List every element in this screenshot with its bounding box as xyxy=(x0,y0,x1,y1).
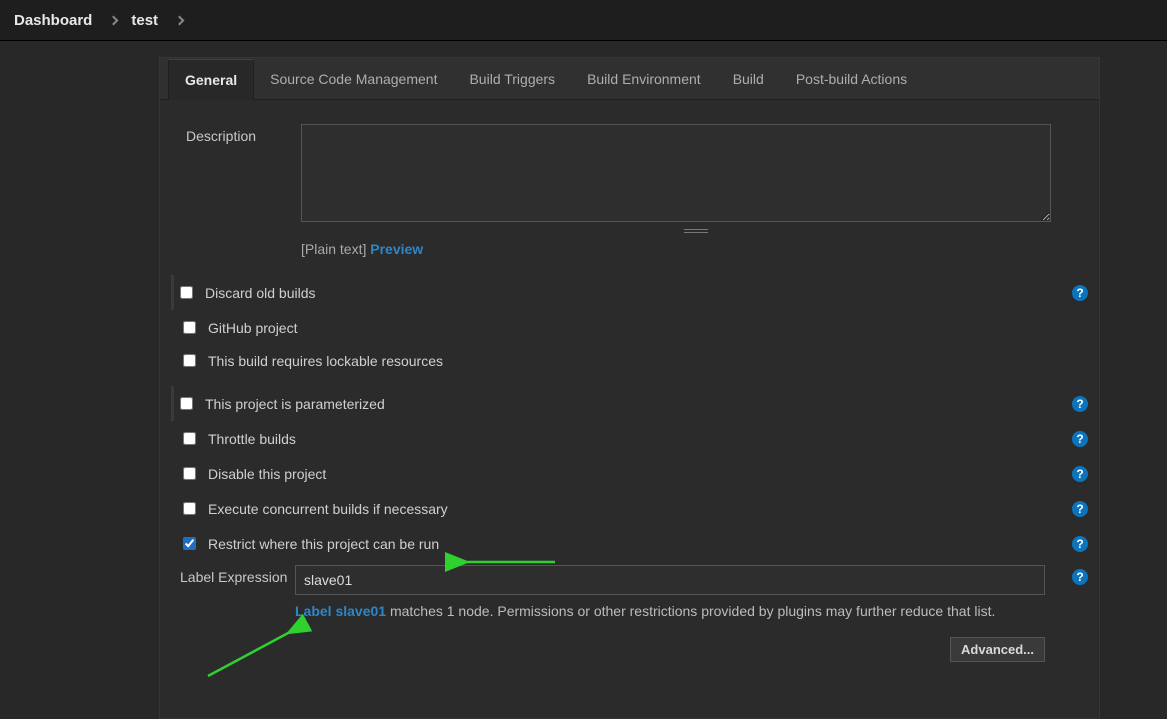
description-subtext: [Plain text] Preview xyxy=(301,241,1091,257)
help-icon[interactable]: ? xyxy=(1072,569,1088,585)
label-throttle: Throttle builds xyxy=(208,431,296,447)
checkbox-lockable[interactable] xyxy=(183,354,196,367)
option-discard: Discard old builds ? xyxy=(171,275,1091,310)
label-lockable: This build requires lockable resources xyxy=(208,353,443,369)
option-disable: Disable this project ? xyxy=(174,456,1091,491)
breadcrumb: Dashboard test xyxy=(0,0,1167,41)
label-param: This project is parameterized xyxy=(205,396,385,412)
tab-triggers[interactable]: Build Triggers xyxy=(453,58,571,99)
option-param: This project is parameterized ? xyxy=(171,386,1091,421)
advanced-button[interactable]: Advanced... xyxy=(950,637,1045,662)
option-concurrent: Execute concurrent builds if necessary ? xyxy=(174,491,1091,526)
label-match-link[interactable]: Label slave01 xyxy=(295,603,386,619)
tab-env[interactable]: Build Environment xyxy=(571,58,717,99)
description-input[interactable] xyxy=(301,124,1051,222)
tab-post[interactable]: Post-build Actions xyxy=(780,58,923,99)
checkbox-restrict[interactable] xyxy=(183,537,196,550)
config-panel: General Source Code Management Build Tri… xyxy=(159,57,1100,719)
tab-bar: General Source Code Management Build Tri… xyxy=(160,58,1099,100)
preview-link[interactable]: Preview xyxy=(370,241,423,257)
checkbox-discard[interactable] xyxy=(180,286,193,299)
tab-scm[interactable]: Source Code Management xyxy=(254,58,453,99)
tab-build[interactable]: Build xyxy=(717,58,780,99)
checkbox-concurrent[interactable] xyxy=(183,502,196,515)
option-throttle: Throttle builds ? xyxy=(174,421,1091,456)
label-expression-label: Label Expression xyxy=(180,565,295,585)
label-github: GitHub project xyxy=(208,320,297,336)
help-icon[interactable]: ? xyxy=(1072,396,1088,412)
checkbox-param[interactable] xyxy=(180,397,193,410)
chevron-right-icon[interactable] xyxy=(109,15,119,25)
plain-text-label: [Plain text] xyxy=(301,241,370,257)
option-lockable: This build requires lockable resources xyxy=(174,345,1091,376)
checkbox-disable[interactable] xyxy=(183,467,196,480)
label-expression-status: Label slave01 matches 1 node. Permission… xyxy=(295,603,1091,619)
label-match-text: matches 1 node. Permissions or other res… xyxy=(386,603,995,619)
help-icon[interactable]: ? xyxy=(1072,466,1088,482)
label-expression-row: Label Expression Label slave01 matches 1… xyxy=(180,561,1091,666)
description-label: Description xyxy=(186,124,301,144)
option-github: GitHub project xyxy=(174,310,1091,345)
form-body: Description [Plain text] Preview Discard… xyxy=(160,100,1099,686)
help-icon[interactable]: ? xyxy=(1072,431,1088,447)
label-concurrent: Execute concurrent builds if necessary xyxy=(208,501,448,517)
checkbox-throttle[interactable] xyxy=(183,432,196,445)
help-icon[interactable]: ? xyxy=(1072,501,1088,517)
label-restrict: Restrict where this project can be run xyxy=(208,536,439,552)
help-icon[interactable]: ? xyxy=(1072,536,1088,552)
tab-general[interactable]: General xyxy=(168,59,254,100)
help-icon[interactable]: ? xyxy=(1072,285,1088,301)
label-expression-input[interactable] xyxy=(295,565,1045,595)
chevron-right-icon[interactable] xyxy=(175,15,185,25)
breadcrumb-dashboard[interactable]: Dashboard xyxy=(14,12,92,29)
option-restrict: Restrict where this project can be run ? xyxy=(174,526,1091,561)
breadcrumb-project[interactable]: test xyxy=(131,12,158,29)
label-discard: Discard old builds xyxy=(205,285,316,301)
checkbox-github[interactable] xyxy=(183,321,196,334)
description-row: Description [Plain text] Preview xyxy=(186,120,1091,261)
label-disable: Disable this project xyxy=(208,466,326,482)
resize-handle-icon[interactable] xyxy=(684,229,708,233)
